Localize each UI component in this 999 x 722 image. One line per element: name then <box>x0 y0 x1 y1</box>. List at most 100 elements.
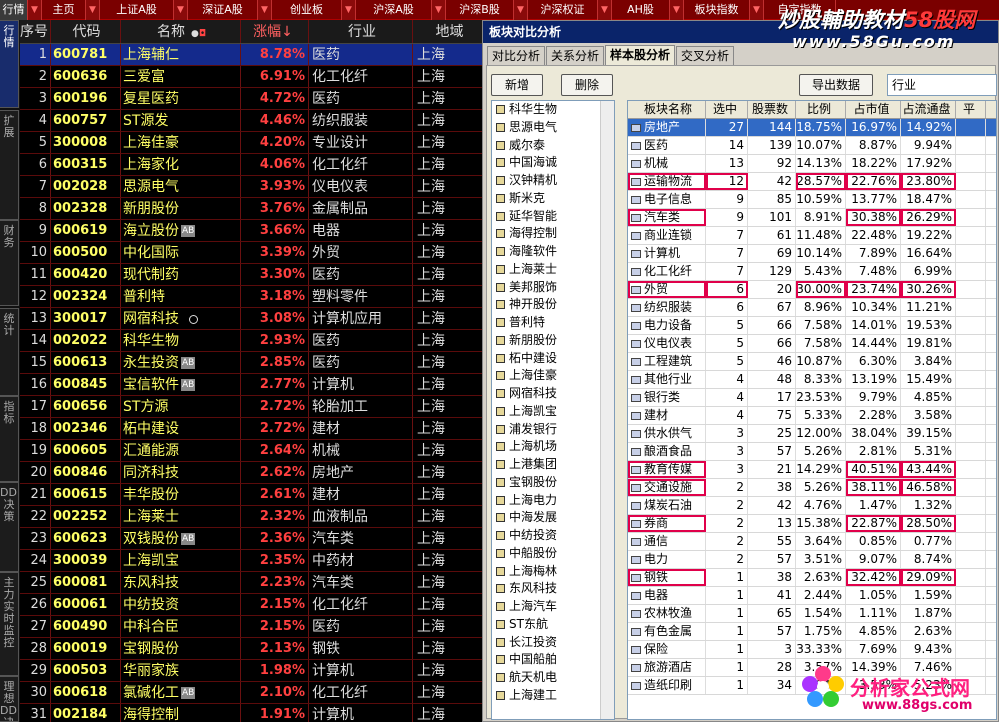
list-item[interactable]: 中海发展 <box>492 509 614 527</box>
delete-button[interactable]: 删除 <box>561 74 613 96</box>
stock-name-cell[interactable]: 中纺投资 <box>120 594 240 615</box>
dialog-tab-1[interactable]: 关系分析 <box>546 46 605 65</box>
table-row[interactable]: 煤炭石油 2 42 4.76% 1.47% 1.32% <box>628 497 996 515</box>
table-row[interactable]: 保险 1 3 33.33% 7.69% 9.43% <box>628 641 996 659</box>
header-name[interactable]: 名称 ●◘ <box>120 20 240 43</box>
list-item[interactable]: 汉钟精机 <box>492 172 614 190</box>
table-row[interactable]: 26 600061 中纺投资 2.15% 化工化纤 上海 <box>20 594 482 616</box>
stock-name-cell[interactable]: 宝钢股份 <box>120 638 240 659</box>
table-row[interactable]: 5 300008 上海佳豪 4.20% 专业设计 上海 <box>20 132 482 154</box>
col-sector-name[interactable]: 板块名称 <box>628 101 706 118</box>
market-tab-9[interactable]: 板块指数 <box>684 0 750 20</box>
list-item[interactable]: 威尔泰 <box>492 137 614 155</box>
stock-code[interactable]: 600081 <box>50 572 120 593</box>
list-item[interactable]: 上海机场 <box>492 438 614 456</box>
side-tab-4[interactable]: 指标 <box>0 396 19 482</box>
list-item[interactable]: 柘中建设 <box>492 350 614 368</box>
table-row[interactable]: 交通设施 2 38 5.26% 38.11% 46.58% <box>628 479 996 497</box>
stock-name-cell[interactable]: 普利特 <box>120 286 240 307</box>
stock-name-cell[interactable]: 双钱股份 AB <box>120 528 240 549</box>
stock-code[interactable]: 600315 <box>50 154 120 175</box>
dropdown-arrow-icon[interactable]: ▼ <box>342 0 356 20</box>
table-row[interactable]: 2 600636 三爱富 6.91% 化工化纤 上海 <box>20 66 482 88</box>
table-row[interactable]: 6 600315 上海家化 4.06% 化工化纤 上海 <box>20 154 482 176</box>
list-item[interactable]: 上海莱士 <box>492 261 614 279</box>
market-tab-6[interactable]: 沪深B股 <box>446 0 514 20</box>
stock-name-cell[interactable]: 中科合臣 <box>120 616 240 637</box>
table-row[interactable]: 29 600503 华丽家族 1.98% 计算机 上海 <box>20 660 482 682</box>
stock-code[interactable]: 600196 <box>50 88 120 109</box>
list-item[interactable]: 普利特 <box>492 314 614 332</box>
dropdown-arrow-icon[interactable]: ▼ <box>514 0 528 20</box>
stock-code[interactable]: 002324 <box>50 286 120 307</box>
side-tab-0[interactable]: 行情 <box>0 20 19 108</box>
stock-name-cell[interactable]: 上海凯宝 <box>120 550 240 571</box>
stock-code[interactable]: 600846 <box>50 462 120 483</box>
stock-name-cell[interactable]: 永生投资 AB <box>120 352 240 373</box>
stock-code[interactable]: 600613 <box>50 352 120 373</box>
table-row[interactable]: 22 002252 上海莱士 2.32% 血液制品 上海 <box>20 506 482 528</box>
list-item[interactable]: 浦发银行 <box>492 421 614 439</box>
stock-code[interactable]: 002346 <box>50 418 120 439</box>
list-item[interactable]: 中国船舶 <box>492 651 614 669</box>
market-tab-5[interactable]: 沪深A股 <box>356 0 432 20</box>
side-tab-6[interactable]: 主力实时监控 <box>0 572 19 676</box>
list-item[interactable]: 神开股份 <box>492 296 614 314</box>
col-selected[interactable]: 选中 <box>706 101 748 118</box>
table-row[interactable]: 电力 2 57 3.51% 9.07% 8.74% <box>628 551 996 569</box>
stock-code[interactable]: 600781 <box>50 44 120 65</box>
table-row[interactable]: 7 002028 思源电气 3.93% 仪电仪表 上海 <box>20 176 482 198</box>
list-item[interactable]: 上海佳豪 <box>492 367 614 385</box>
list-item[interactable]: 上海建工 <box>492 687 614 705</box>
stock-code[interactable]: 600656 <box>50 396 120 417</box>
stock-name-cell[interactable]: 复星医药 <box>120 88 240 109</box>
list-item[interactable]: 海得控制 <box>492 225 614 243</box>
table-row[interactable]: 其他行业 4 48 8.33% 13.19% 15.49% <box>628 371 996 389</box>
stock-code[interactable]: 600019 <box>50 638 120 659</box>
stock-code[interactable]: 600615 <box>50 484 120 505</box>
table-row[interactable]: 券商 2 13 15.38% 22.87% 28.50% <box>628 515 996 533</box>
stock-name-cell[interactable]: 上海家化 <box>120 154 240 175</box>
table-row[interactable]: 商业连锁 7 61 11.48% 22.48% 19.22% <box>628 227 996 245</box>
dialog-tab-3[interactable]: 交叉分析 <box>676 46 735 65</box>
table-row[interactable]: 通信 2 55 3.64% 0.85% 0.77% <box>628 533 996 551</box>
table-row[interactable]: 11 600420 现代制药 3.30% 医药 上海 <box>20 264 482 286</box>
stock-name-cell[interactable]: 丰华股份 <box>120 484 240 505</box>
stock-name-cell[interactable]: 东风科技 <box>120 572 240 593</box>
stock-name-cell[interactable]: ST源发 <box>120 110 240 131</box>
stock-name-cell[interactable]: 华丽家族 <box>120 660 240 681</box>
table-row[interactable]: 电力设备 5 66 7.58% 14.01% 19.53% <box>628 317 996 335</box>
dropdown-arrow-icon[interactable]: ▼ <box>750 0 764 20</box>
table-row[interactable]: 仪电仪表 5 66 7.58% 14.44% 19.81% <box>628 335 996 353</box>
market-tab-3[interactable]: 深证A股 <box>188 0 258 20</box>
stock-name-cell[interactable]: 宝信软件 AB <box>120 374 240 395</box>
table-row[interactable]: 供水供气 3 25 12.00% 38.04% 39.15% <box>628 425 996 443</box>
list-item[interactable]: 海隆软件 <box>492 243 614 261</box>
market-tab-7[interactable]: 沪深权证 <box>528 0 598 20</box>
list-item[interactable]: 长江投资 <box>492 634 614 652</box>
market-tab-1[interactable]: 主页 <box>42 0 86 20</box>
stock-name-cell[interactable]: 现代制药 <box>120 264 240 285</box>
col-float-share[interactable]: 占流通盘 <box>901 101 956 118</box>
table-row[interactable]: 银行类 4 17 23.53% 9.79% 4.85% <box>628 389 996 407</box>
stock-code[interactable]: 002022 <box>50 330 120 351</box>
stock-code[interactable]: 600500 <box>50 242 120 263</box>
list-item[interactable]: 延华智能 <box>492 208 614 226</box>
market-tab-0[interactable]: 行情 <box>0 0 28 20</box>
stock-code[interactable]: 600619 <box>50 220 120 241</box>
market-tab-8[interactable]: AH股 <box>612 0 670 20</box>
dropdown-arrow-icon[interactable]: ▼ <box>670 0 684 20</box>
table-row[interactable]: 钢铁 1 38 2.63% 32.42% 29.09% <box>628 569 996 587</box>
table-row[interactable]: 电子信息 9 85 10.59% 13.77% 18.47% <box>628 191 996 209</box>
table-row[interactable]: 20 600846 同济科技 2.62% 房地产 上海 <box>20 462 482 484</box>
stock-code[interactable]: 002252 <box>50 506 120 527</box>
table-row[interactable]: 工程建筑 5 46 10.87% 6.30% 3.84% <box>628 353 996 371</box>
stock-name-cell[interactable]: 同济科技 <box>120 462 240 483</box>
list-item[interactable]: 中船股份 <box>492 545 614 563</box>
dropdown-arrow-icon[interactable]: ▼ <box>258 0 272 20</box>
stock-code[interactable]: 600490 <box>50 616 120 637</box>
list-item[interactable]: 上港集团 <box>492 456 614 474</box>
table-row[interactable]: 31 002184 海得控制 1.91% 计算机 上海 <box>20 704 482 722</box>
header-pct-change[interactable]: 涨幅↓ <box>240 20 308 43</box>
stock-name-cell[interactable]: 新朋股份 <box>120 198 240 219</box>
